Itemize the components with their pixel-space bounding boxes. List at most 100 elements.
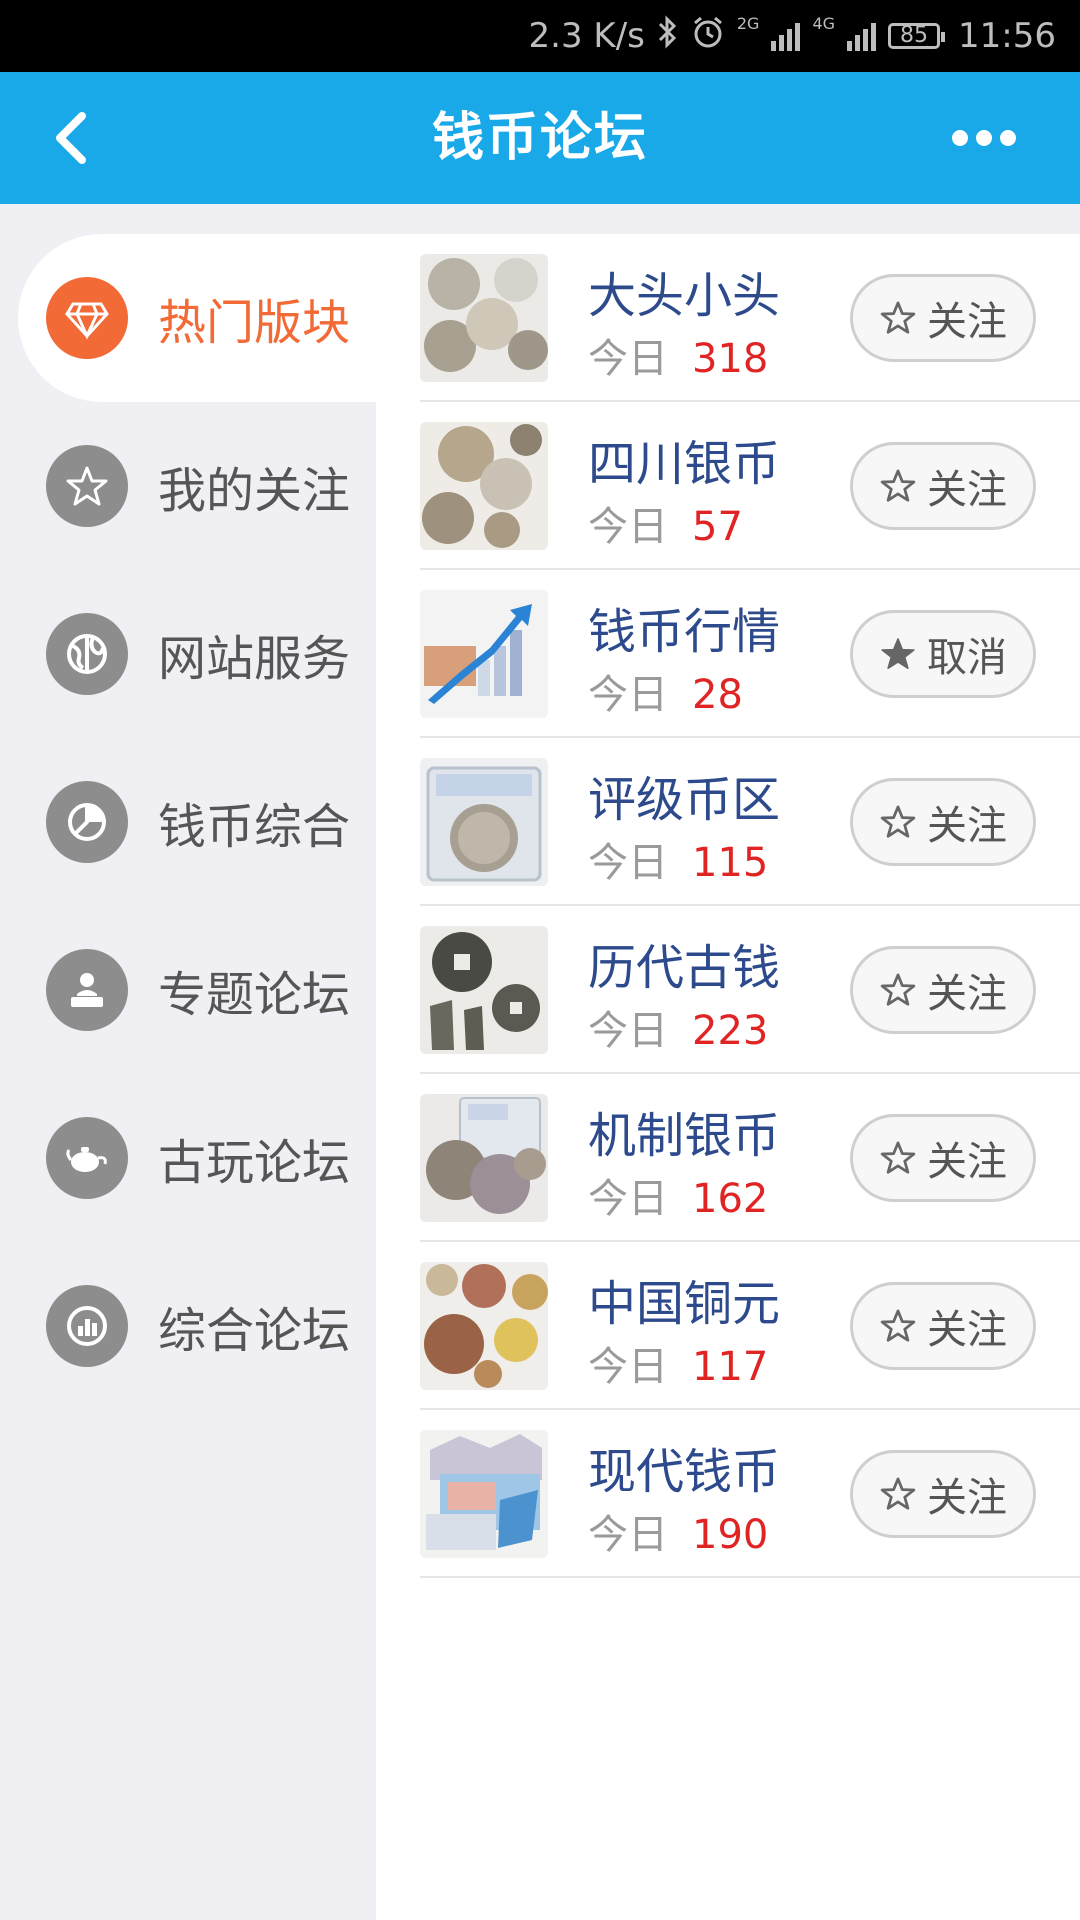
- today-count: 117: [692, 1344, 769, 1390]
- forum-list: 大头小头 今日 318 关注 四川银币 今日 57 关注 钱币行情 今日 28 取消: [376, 234, 1080, 1920]
- today-count: 28: [692, 672, 743, 718]
- forum-row[interactable]: 现代钱币 今日 190 关注: [420, 1410, 1080, 1578]
- forum-thumbnail: [420, 1262, 548, 1390]
- bluetooth-icon: [657, 14, 679, 58]
- sidebar-item-label: 专题论坛: [158, 967, 351, 1023]
- sidebar-item-label: 网站服务: [158, 631, 351, 687]
- sidebar-item-label: 古玩论坛: [158, 1135, 351, 1191]
- network-type-1: 2G: [736, 14, 760, 33]
- today-label: 今日: [588, 840, 668, 886]
- star-icon: [46, 445, 128, 527]
- today-label: 今日: [588, 504, 668, 550]
- today-label: 今日: [588, 1008, 668, 1054]
- follow-button[interactable]: 关注: [850, 1114, 1036, 1202]
- forum-row[interactable]: 四川银币 今日 57 关注: [420, 402, 1080, 570]
- star-outline-icon: [880, 973, 916, 1006]
- forum-name: 中国铜元: [588, 1276, 781, 1332]
- sidebar-item-label: 热门版块: [158, 295, 351, 351]
- follow-button-label: 关注: [927, 971, 1007, 1017]
- forum-row[interactable]: 大头小头 今日 318 关注: [420, 234, 1080, 402]
- forum-row[interactable]: 机制银币 今日 162 关注: [420, 1074, 1080, 1242]
- battery-level: 85: [900, 23, 929, 48]
- diamond-icon: [46, 277, 128, 359]
- follow-button-label: 关注: [927, 467, 1007, 513]
- star-outline-icon: [880, 1477, 916, 1510]
- forum-name: 四川银币: [588, 436, 781, 492]
- follow-button[interactable]: 关注: [850, 274, 1036, 362]
- forum-thumbnail: [420, 422, 548, 550]
- follow-button-label: 关注: [927, 299, 1007, 345]
- today-count: 190: [692, 1512, 769, 1558]
- sidebar-item-antique-forum[interactable]: 古玩论坛: [18, 1074, 376, 1242]
- follow-button-label: 取消: [927, 635, 1007, 681]
- sidebar-item-label: 综合论坛: [158, 1303, 351, 1359]
- today-label: 今日: [588, 672, 668, 718]
- status-bar: 2.3 K/s 2G 4G 85 11:56: [0, 0, 1080, 72]
- network-speed: 2.3 K/s: [528, 16, 645, 56]
- forum-row[interactable]: 中国铜元 今日 117 关注: [420, 1242, 1080, 1410]
- unfollow-button[interactable]: 取消: [850, 610, 1036, 698]
- forum-name: 历代古钱: [588, 940, 781, 996]
- sidebar-item-site-service[interactable]: 网站服务: [18, 570, 376, 738]
- battery-icon: 85: [888, 23, 946, 49]
- more-button[interactable]: [952, 124, 1016, 152]
- star-outline-icon: [880, 1309, 916, 1342]
- star-outline-icon: [880, 469, 916, 502]
- forum-row[interactable]: 评级币区 今日 115 关注: [420, 738, 1080, 906]
- sidebar-item-label: 钱币综合: [158, 799, 351, 855]
- today-count: 318: [692, 336, 769, 382]
- today-label: 今日: [588, 1344, 668, 1390]
- stats-icon: [46, 1285, 128, 1367]
- follow-button[interactable]: 关注: [850, 778, 1036, 866]
- alarm-icon: [691, 15, 725, 58]
- today-label: 今日: [588, 1512, 668, 1558]
- page-title: 钱币论坛: [431, 108, 648, 168]
- forum-thumbnail: [420, 590, 548, 718]
- globe-icon: [46, 613, 128, 695]
- sidebar-item-coin-general[interactable]: 钱币综合: [18, 738, 376, 906]
- today-count: 57: [692, 504, 743, 550]
- category-sidebar: 热门版块 我的关注 网站服务 钱币综合 专题论坛 古玩论坛 综合论坛: [0, 204, 376, 1920]
- more-dots-icon: [952, 130, 968, 146]
- forum-row[interactable]: 钱币行情 今日 28 取消: [420, 570, 1080, 738]
- sidebar-item-general-forum[interactable]: 综合论坛: [18, 1242, 376, 1410]
- forum-name: 机制银币: [588, 1108, 781, 1164]
- follow-button[interactable]: 关注: [850, 946, 1036, 1034]
- star-outline-icon: [880, 301, 916, 334]
- today-count: 115: [692, 840, 769, 886]
- forum-thumbnail: [420, 1094, 548, 1222]
- follow-button-label: 关注: [927, 803, 1007, 849]
- clock: 11:56: [958, 16, 1056, 56]
- today-count: 162: [692, 1176, 769, 1222]
- forum-thumbnail: [420, 1430, 548, 1558]
- today-label: 今日: [588, 336, 668, 382]
- forum-name: 现代钱币: [588, 1444, 781, 1500]
- network-type-2: 4G: [812, 14, 836, 33]
- today-count: 223: [692, 1008, 769, 1054]
- signal-icon: [771, 21, 801, 51]
- follow-button[interactable]: 关注: [850, 442, 1036, 530]
- star-outline-icon: [880, 805, 916, 838]
- follow-button[interactable]: 关注: [850, 1450, 1036, 1538]
- forum-name: 评级币区: [588, 772, 781, 828]
- forum-name: 大头小头: [588, 268, 781, 324]
- pie-chart-icon: [46, 781, 128, 863]
- speaker-icon: [46, 949, 128, 1031]
- forum-thumbnail: [420, 758, 548, 886]
- sidebar-item-following[interactable]: 我的关注: [18, 402, 376, 570]
- forum-row[interactable]: 历代古钱 今日 223 关注: [420, 906, 1080, 1074]
- sidebar-item-label: 我的关注: [158, 463, 351, 519]
- follow-button-label: 关注: [927, 1139, 1007, 1185]
- follow-button-label: 关注: [927, 1475, 1007, 1521]
- sidebar-item-topic-forum[interactable]: 专题论坛: [18, 906, 376, 1074]
- app-header: 钱币论坛: [0, 72, 1080, 204]
- follow-button-label: 关注: [927, 1307, 1007, 1353]
- forum-thumbnail: [420, 926, 548, 1054]
- sidebar-item-hot[interactable]: 热门版块: [18, 234, 376, 402]
- star-outline-icon: [880, 1141, 916, 1174]
- follow-button[interactable]: 关注: [850, 1282, 1036, 1370]
- today-label: 今日: [588, 1176, 668, 1222]
- teapot-icon: [46, 1117, 128, 1199]
- forum-thumbnail: [420, 254, 548, 382]
- forum-name: 钱币行情: [588, 604, 781, 660]
